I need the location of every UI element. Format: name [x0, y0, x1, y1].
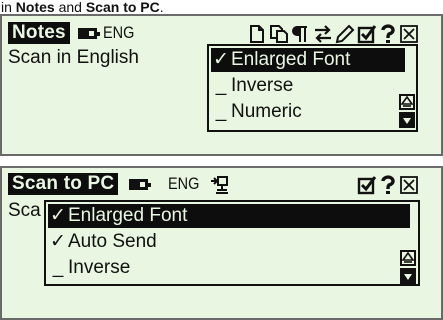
swap-arrows-icon[interactable]: [313, 24, 333, 44]
menu-item-enlarged-font[interactable]: ✓ Enlarged Font: [211, 48, 405, 72]
unchecked-mark: _: [215, 75, 227, 96]
battery-icon: [129, 179, 151, 190]
menu-item-label: Enlarged Font: [231, 49, 351, 70]
caption-middle: and: [54, 0, 86, 15]
menu-item-label: Inverse: [231, 75, 294, 96]
close-icon[interactable]: [399, 175, 419, 195]
scroll-up-button[interactable]: [399, 94, 415, 110]
scroll-down-button[interactable]: [399, 112, 415, 128]
device-screen-scan-to-pc: Scan to PC ENG Sca ✓ Enlarged Font ✓ Auto …: [0, 166, 443, 320]
caption-prefix: in: [1, 0, 16, 15]
pencil-icon[interactable]: [335, 24, 355, 44]
unchecked-mark: _: [215, 101, 227, 122]
menu-item-enlarged-font[interactable]: ✓ Enlarged Font: [48, 204, 410, 228]
options-menu: ✓ Enlarged Font _ Inverse _ Numeric: [207, 44, 418, 132]
help-icon[interactable]: [378, 175, 398, 195]
menu-item-auto-send[interactable]: ✓ Auto Send: [48, 230, 157, 254]
menu-item-label: Enlarged Font: [68, 205, 188, 226]
options-menu: ✓ Enlarged Font ✓ Auto Send _ Inverse: [44, 200, 420, 286]
check-mark-icon: ✓: [213, 49, 229, 70]
body-text: Scan in English: [8, 47, 139, 68]
body-text: Sca: [8, 200, 41, 221]
menu-item-numeric[interactable]: _ Numeric: [211, 100, 302, 124]
scroll-down-button[interactable]: [400, 268, 416, 284]
caption-scan-to-pc: Scan to PC: [85, 0, 160, 15]
menu-item-inverse[interactable]: _ Inverse: [48, 256, 131, 280]
checkbox-icon[interactable]: [357, 24, 377, 44]
menu-item-label: Auto Send: [68, 231, 157, 252]
caption-suffix: .: [159, 0, 164, 15]
pc-connect-icon: [209, 175, 229, 195]
app-title: Notes: [8, 22, 70, 44]
language-indicator: ENG: [103, 23, 135, 42]
device-screen-notes: Notes ENG Scan in English ✓ Enlarged Fon…: [0, 14, 443, 156]
language-indicator: ENG: [168, 174, 200, 193]
help-icon[interactable]: [378, 24, 398, 44]
paragraph-icon[interactable]: [291, 24, 311, 44]
copy-document-icon[interactable]: [269, 24, 289, 44]
check-mark-icon: ✓: [50, 231, 66, 252]
caption-notes: Notes: [15, 0, 55, 15]
close-icon[interactable]: [399, 24, 419, 44]
check-mark-icon: ✓: [50, 205, 66, 226]
app-title: Scan to PC: [8, 173, 119, 195]
battery-icon: [78, 28, 100, 39]
menu-item-inverse[interactable]: _ Inverse: [211, 74, 294, 98]
new-document-icon[interactable]: [247, 24, 267, 44]
menu-item-label: Inverse: [68, 257, 131, 278]
unchecked-mark: _: [52, 257, 64, 278]
checkbox-icon[interactable]: [357, 175, 377, 195]
menu-item-label: Numeric: [231, 101, 302, 122]
scroll-up-button[interactable]: [400, 250, 416, 266]
